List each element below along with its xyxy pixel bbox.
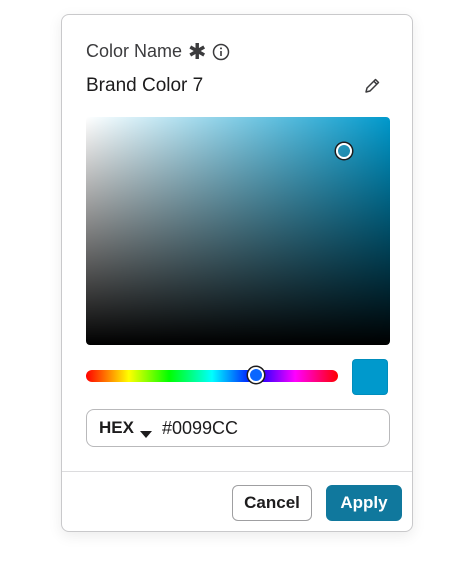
footer-divider (62, 471, 412, 472)
hex-input-field: HEX (86, 409, 390, 447)
hex-input[interactable] (161, 417, 312, 439)
cancel-button[interactable]: Cancel (232, 485, 312, 521)
hue-slider-handle[interactable] (248, 367, 264, 383)
pencil-icon[interactable] (362, 76, 382, 96)
info-icon[interactable] (212, 43, 230, 61)
color-name-label-row: Color Name ✱ (86, 38, 230, 64)
saturation-value-area[interactable] (86, 117, 390, 345)
color-picker-dialog: Color Name ✱ Brand Color 7 HEX #0099CC C… (61, 14, 413, 532)
color-name-row: Brand Color 7 (86, 75, 382, 97)
saturation-value-handle[interactable] (336, 143, 352, 159)
color-name-label: Color Name (86, 41, 183, 61)
color-preview-swatch (352, 359, 388, 395)
required-marker: ✱ (188, 38, 207, 64)
color-format-label: HEX (99, 418, 134, 437)
caret-down-icon (139, 424, 152, 438)
apply-button[interactable]: Apply (326, 485, 402, 521)
color-name-value: Brand Color 7 (86, 75, 204, 96)
color-format-dropdown[interactable]: HEX (99, 418, 152, 438)
hue-slider[interactable] (86, 367, 338, 383)
